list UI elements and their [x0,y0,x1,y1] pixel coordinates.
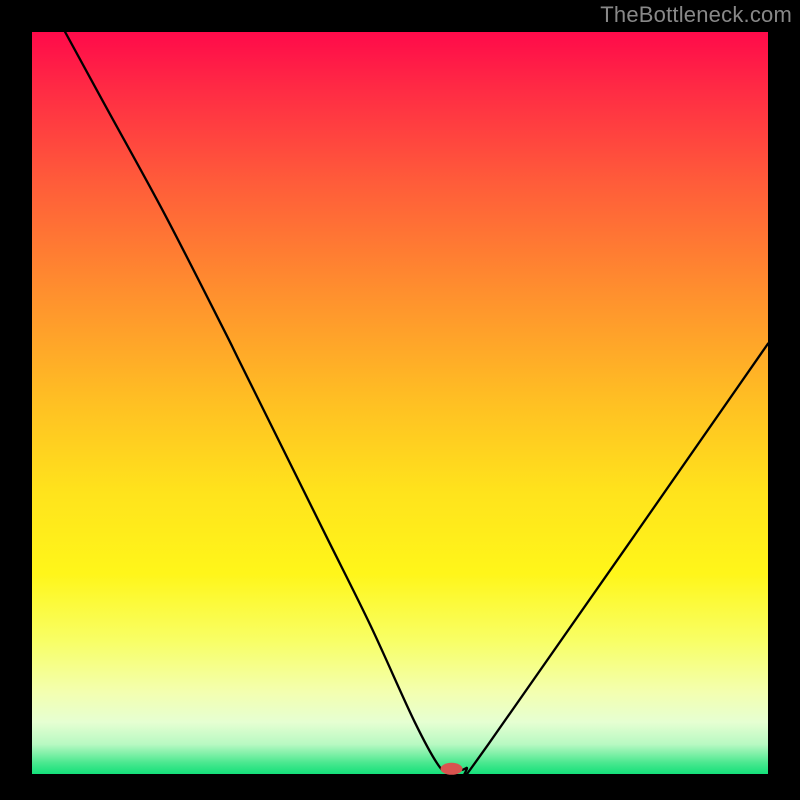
bottleneck-chart [0,0,800,800]
gradient-background [32,32,768,774]
optimal-marker [441,763,463,775]
watermark-text: TheBottleneck.com [600,2,792,28]
chart-container: { "watermark": "TheBottleneck.com", "cha… [0,0,800,800]
